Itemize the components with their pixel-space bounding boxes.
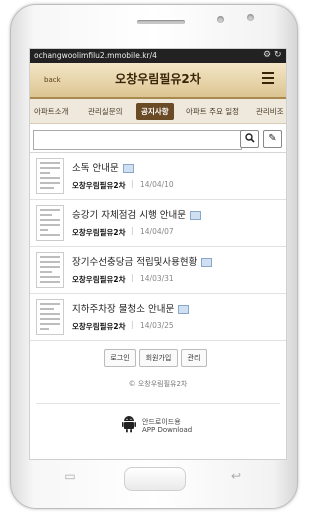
list-item[interactable]: 승강기 자체점검 시행 안내문 오창우림필유2차 | 14/04/07 bbox=[30, 200, 286, 247]
admin-button[interactable]: 관리 bbox=[181, 349, 207, 367]
meta-separator: | bbox=[131, 179, 134, 188]
post-title[interactable]: 소독 안내문 bbox=[72, 163, 119, 174]
image-attachment-icon bbox=[201, 258, 213, 267]
tab-notices[interactable]: 공지사항 bbox=[136, 103, 174, 120]
app-download-line2[interactable]: APP Download bbox=[142, 426, 192, 434]
reload-icon[interactable]: ↻ bbox=[274, 51, 283, 60]
footer-divider bbox=[36, 403, 280, 404]
post-thumbnail bbox=[36, 158, 64, 194]
login-button[interactable]: 로그인 bbox=[104, 349, 136, 367]
list-item[interactable]: 지하주차장 물청소 안내문 오창우림필유2차 | 14/03/25 bbox=[30, 294, 286, 341]
tab-schedule[interactable]: 아파트 주요 일정 bbox=[186, 106, 239, 117]
gear-icon[interactable]: ⚙ bbox=[263, 51, 272, 60]
search-input[interactable] bbox=[33, 130, 242, 150]
hamburger-icon[interactable] bbox=[262, 72, 274, 84]
image-attachment-icon bbox=[178, 305, 190, 314]
sensor bbox=[247, 14, 254, 21]
search-icon bbox=[244, 133, 255, 144]
browser-url-bar[interactable]: ochangwoolimfilu2.mmobile.kr/4 ⚙ ↻ bbox=[30, 49, 286, 63]
image-attachment-icon bbox=[189, 211, 201, 220]
meta-separator: | bbox=[131, 273, 134, 282]
android-icon[interactable] bbox=[122, 415, 136, 433]
signup-button[interactable]: 회원가입 bbox=[139, 349, 178, 367]
url-text: ochangwoolimfilu2.mmobile.kr/4 bbox=[34, 51, 157, 60]
tab-management-fee[interactable]: 관리비조 bbox=[256, 106, 284, 117]
write-button[interactable]: ✎ bbox=[263, 130, 282, 148]
post-thumbnail bbox=[36, 299, 64, 335]
post-author: 오창우림필유2차 bbox=[72, 181, 126, 190]
home-button[interactable] bbox=[124, 467, 186, 491]
post-author: 오창우림필유2차 bbox=[72, 275, 126, 284]
post-thumbnail bbox=[36, 252, 64, 288]
meta-separator: | bbox=[131, 320, 134, 329]
speaker-grille bbox=[137, 20, 185, 24]
tab-management-inquiry[interactable]: 관리실문의 bbox=[88, 106, 123, 117]
post-date: 14/03/25 bbox=[140, 321, 174, 330]
post-title[interactable]: 승강기 자체점검 시행 안내문 bbox=[72, 210, 186, 221]
pencil-icon: ✎ bbox=[268, 133, 277, 144]
menu-key-icon[interactable]: ▭ bbox=[60, 467, 80, 485]
board-toolbar: ✎ bbox=[30, 124, 286, 153]
post-date: 14/03/31 bbox=[140, 274, 174, 283]
search-button[interactable] bbox=[240, 130, 259, 148]
post-author: 오창우림필유2차 bbox=[72, 228, 126, 237]
post-author: 오창우림필유2차 bbox=[72, 322, 126, 331]
list-item[interactable]: 장기수선충당금 적립및사용현황 오창우림필유2차 | 14/03/31 bbox=[30, 247, 286, 294]
tab-apartment-intro[interactable]: 아파트소개 bbox=[34, 106, 69, 117]
image-attachment-icon bbox=[122, 164, 134, 173]
post-date: 14/04/07 bbox=[140, 227, 174, 236]
site-title: 오창우림필유2차 bbox=[115, 72, 201, 86]
post-title[interactable]: 장기수선충당금 적립및사용현황 bbox=[72, 257, 197, 268]
copyright-text: © 오창우림필유2차 bbox=[128, 380, 188, 388]
post-date: 14/04/10 bbox=[140, 180, 174, 189]
post-title[interactable]: 지하주차장 물청소 안내문 bbox=[72, 304, 174, 315]
site-header: back 오창우림필유2차 bbox=[30, 63, 286, 99]
nav-tabs: 아파트소개 관리실문의 공지사항 아파트 주요 일정 관리비조 bbox=[30, 99, 286, 124]
front-camera bbox=[217, 16, 224, 23]
back-key-icon[interactable]: ↩ bbox=[226, 467, 246, 485]
post-thumbnail bbox=[36, 205, 64, 241]
phone-screen: ochangwoolimfilu2.mmobile.kr/4 ⚙ ↻ back … bbox=[29, 48, 287, 460]
list-item[interactable]: 소독 안내문 오창우림필유2차 | 14/04/10 bbox=[30, 153, 286, 200]
meta-separator: | bbox=[131, 226, 134, 235]
footer-buttons: 로그인 회원가입 관리 bbox=[30, 349, 286, 369]
